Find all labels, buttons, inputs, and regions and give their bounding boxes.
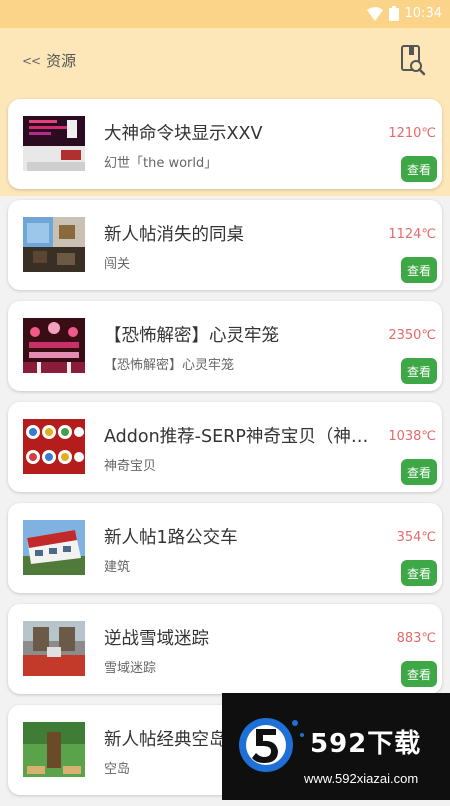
item-subtitle: 神奇宝贝 <box>104 459 157 474</box>
brand-name: 592下载 <box>310 729 422 759</box>
view-button[interactable]: 查看 <box>401 459 437 485</box>
list-item[interactable]: 逆战雪域迷踪 雪域迷踪 883℃ 查看 <box>8 604 442 694</box>
list-item[interactable]: 新人帖消失的同桌 闯关 1124℃ 查看 <box>8 200 442 290</box>
view-button[interactable]: 查看 <box>401 358 437 384</box>
view-button[interactable]: 查看 <box>401 257 437 283</box>
item-thumbnail <box>23 217 85 272</box>
brand-url: www.592xiazai.com <box>304 771 419 786</box>
list-item[interactable]: 新人帖1路公交车 建筑 354℃ 查看 <box>8 503 442 593</box>
item-subtitle: 建筑 <box>104 560 131 575</box>
item-title: 新人帖消失的同桌 <box>104 225 244 245</box>
app-bar: << 资源 <box>0 30 450 92</box>
book-search-icon[interactable] <box>400 44 426 76</box>
item-thumbnail <box>23 116 85 171</box>
back-label: 资源 <box>46 52 77 70</box>
item-thumbnail <box>23 520 85 575</box>
item-temperature: 1210℃ <box>388 126 436 141</box>
item-temperature: 1124℃ <box>388 227 436 242</box>
item-temperature: 1038℃ <box>388 429 436 444</box>
list-item[interactable]: Addon推荐-SERP神奇宝贝（神奇宝... 神奇宝贝 1038℃ 查看 <box>8 402 442 492</box>
item-thumbnail <box>23 722 85 777</box>
view-button[interactable]: 查看 <box>401 156 437 182</box>
item-temperature: 2350℃ <box>388 328 436 343</box>
item-temperature: 354℃ <box>396 530 436 545</box>
item-thumbnail <box>23 621 85 676</box>
item-title: 逆战雪域迷踪 <box>104 629 209 649</box>
item-subtitle: 幻世「the world」 <box>104 156 218 171</box>
view-button[interactable]: 查看 <box>401 661 437 687</box>
status-icons: 10:34 <box>366 6 442 21</box>
item-subtitle: 【恐怖解密】心灵牢笼 <box>104 358 235 373</box>
item-title: 大神命令块显示XXV <box>104 124 263 144</box>
back-arrow-icon: << <box>22 53 41 68</box>
item-title: 新人帖1路公交车 <box>104 528 238 548</box>
item-thumbnail <box>23 419 85 474</box>
item-temperature: 883℃ <box>396 631 436 646</box>
wifi-icon <box>366 6 383 21</box>
brand-logo-icon <box>239 718 304 772</box>
status-bar: 10:34 <box>0 0 450 28</box>
view-button[interactable]: 查看 <box>401 560 437 586</box>
list-item[interactable]: 【恐怖解密】心灵牢笼 【恐怖解密】心灵牢笼 2350℃ 查看 <box>8 301 442 391</box>
list-item[interactable]: 大神命令块显示XXV 幻世「the world」 1210℃ 查看 <box>8 99 442 189</box>
item-subtitle: 闯关 <box>104 257 131 272</box>
back-button[interactable]: << 资源 <box>22 50 76 71</box>
item-title: Addon推荐-SERP神奇宝贝（神奇宝... <box>104 427 384 447</box>
item-title: 【恐怖解密】心灵牢笼 <box>104 326 279 346</box>
item-thumbnail <box>23 318 85 373</box>
status-time: 10:34 <box>404 6 442 21</box>
battery-icon <box>388 6 399 21</box>
item-subtitle: 雪域迷踪 <box>104 661 157 676</box>
watermark-banner: 592下载 www.592xiazai.com <box>222 693 450 800</box>
